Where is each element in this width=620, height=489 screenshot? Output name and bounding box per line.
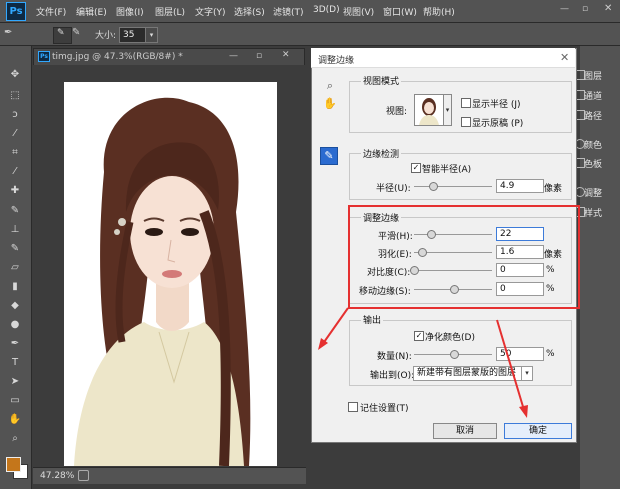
annotation-arrows [318, 307, 528, 418]
